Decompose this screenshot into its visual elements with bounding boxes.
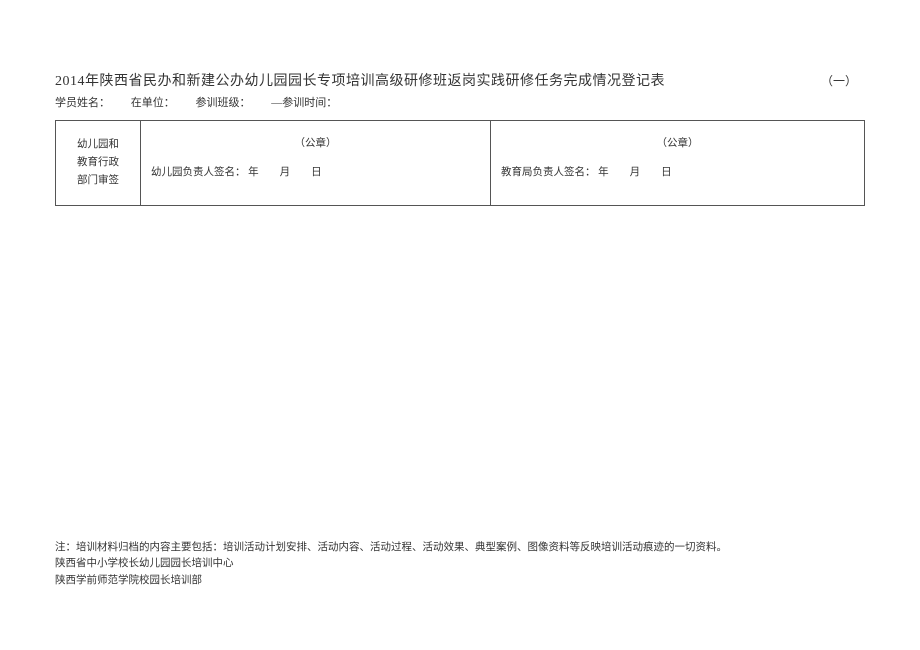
edu-bureau-sig-date: 年 月 日 (598, 167, 672, 178)
table-row: 幼儿园和 教育行政 部门审签 （公章） 幼儿园负责人签名： 年 月 日 （公章）… (56, 121, 865, 206)
meta-row: 学员姓名： 在单位： 参训班级： —参训时间： (55, 94, 865, 110)
row-header-line2: 教育行政 (60, 154, 136, 172)
meta-class-label: 参训班级： (196, 97, 251, 109)
edu-bureau-sign-cell: （公章） 教育局负责人签名： 年 月 日 (491, 121, 865, 206)
main-title: 2014年陕西省民办和新建公办幼儿园园长专项培训高级研修班返岗实践研修任务完成情… (55, 70, 665, 90)
page-number: （一） (821, 72, 865, 89)
footer-org2: 陕西学前师范学院校园长培训部 (55, 573, 865, 590)
meta-time-label: —参训时间： (271, 97, 337, 109)
kindergarten-sign-cell: （公章） 幼儿园负责人签名： 年 月 日 (141, 121, 491, 206)
seal-text-right: （公章） (501, 135, 854, 150)
edu-bureau-sig-line: 教育局负责人签名： 年 月 日 (501, 164, 854, 183)
footer-note: 注：培训材料归档的内容主要包括：培训活动计划安排、活动内容、活动过程、活动效果、… (55, 540, 865, 557)
approval-table: 幼儿园和 教育行政 部门审签 （公章） 幼儿园负责人签名： 年 月 日 （公章）… (55, 120, 865, 206)
row-header-line3: 部门审签 (60, 172, 136, 190)
kindergarten-sig-line: 幼儿园负责人签名： 年 月 日 (151, 164, 480, 183)
kindergarten-sig-date: 年 月 日 (248, 167, 322, 178)
seal-text-left: （公章） (151, 135, 480, 150)
footer-notes: 注：培训材料归档的内容主要包括：培训活动计划安排、活动内容、活动过程、活动效果、… (55, 540, 865, 590)
meta-name-label: 学员姓名： (55, 97, 110, 109)
footer-org1: 陕西省中小学校长幼儿园园长培训中心 (55, 556, 865, 573)
edu-bureau-sig-prefix: 教育局负责人签名： (501, 167, 596, 178)
row-header-line1: 幼儿园和 (60, 136, 136, 154)
row-header-cell: 幼儿园和 教育行政 部门审签 (56, 121, 141, 206)
title-row: 2014年陕西省民办和新建公办幼儿园园长专项培训高级研修班返岗实践研修任务完成情… (55, 70, 865, 90)
meta-unit-label: 在单位： (131, 97, 175, 109)
kindergarten-sig-prefix: 幼儿园负责人签名： (151, 167, 246, 178)
